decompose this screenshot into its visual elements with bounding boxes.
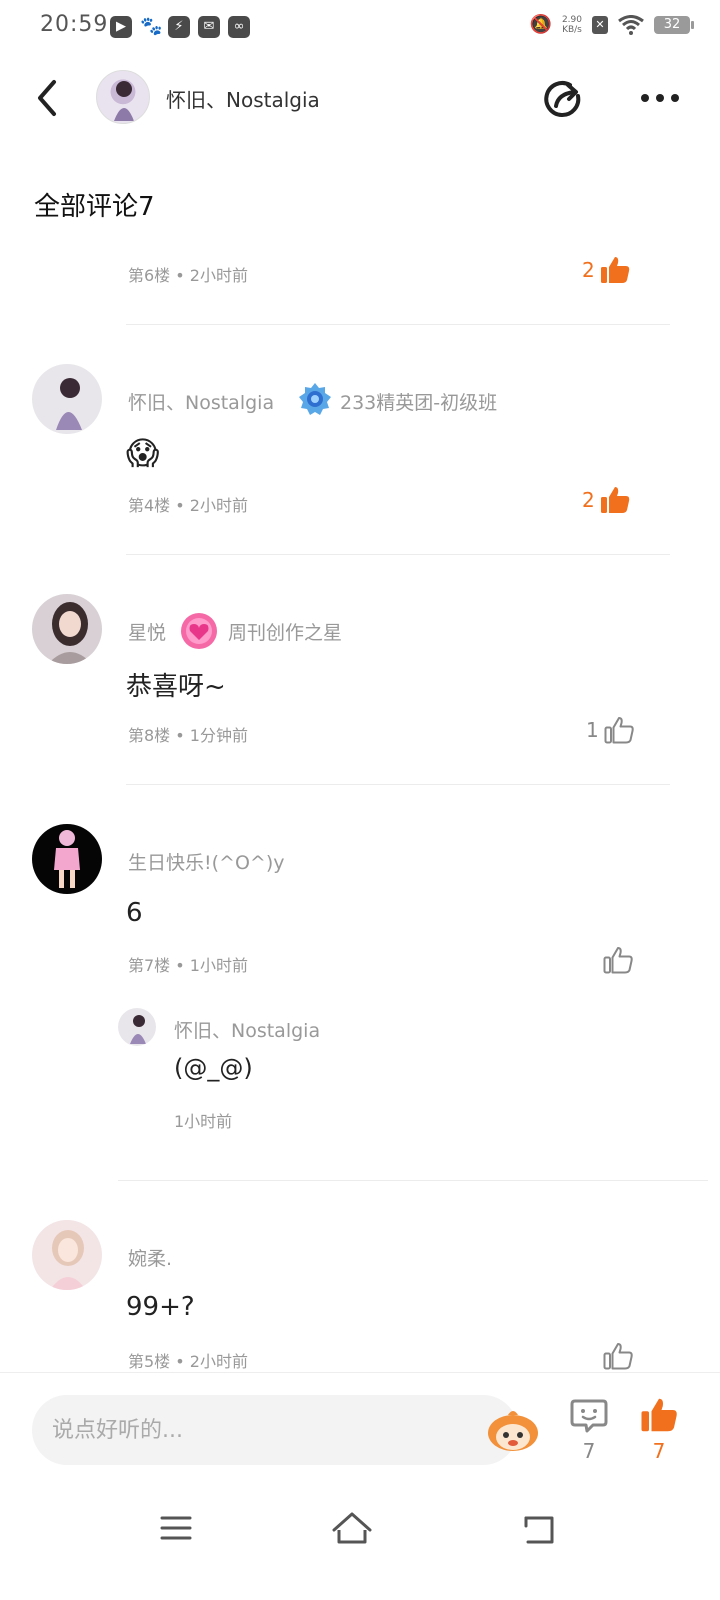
comment-content: 😱 — [126, 434, 160, 472]
comment-bar: 7 7 — [0, 1372, 720, 1482]
comment-username[interactable]: 怀旧、Nostalgia — [128, 388, 274, 415]
comment-input[interactable] — [52, 1411, 452, 1449]
avatar-figure-icon — [50, 1230, 86, 1290]
comment-meta: 第6楼 • 2小时前 — [128, 266, 248, 285]
user-badge: 周刊创作之星 — [228, 622, 343, 644]
header: 怀旧、Nostalgia — [0, 62, 720, 134]
header-title[interactable]: 怀旧、Nostalgia — [166, 84, 320, 113]
mute-icon: 🔕 — [529, 14, 552, 35]
comment-username[interactable]: 婉柔. — [128, 1244, 172, 1271]
mascot-emoji-icon[interactable] — [486, 1407, 540, 1453]
comment-bubble-icon — [570, 1399, 608, 1433]
avatar[interactable] — [32, 594, 102, 664]
play-icon: ▶ — [110, 16, 132, 38]
reply-content: (@_@) — [174, 1054, 253, 1082]
divider — [126, 554, 670, 555]
sim-icon: ✕ — [592, 15, 608, 34]
comment-input-box[interactable] — [32, 1395, 538, 1465]
paw-icon: 🐾 — [140, 16, 163, 37]
comments-button[interactable]: 7 — [564, 1395, 614, 1463]
comment-meta: 第7楼 • 1小时前 — [128, 956, 248, 975]
share-icon[interactable] — [540, 76, 588, 124]
avatar[interactable] — [32, 364, 102, 434]
thumbs-up-outline-icon — [603, 947, 633, 974]
avatar-figure-icon — [114, 81, 134, 121]
like-count: 1 — [586, 718, 599, 742]
divider — [126, 784, 670, 785]
like-button[interactable]: 2 — [582, 254, 631, 286]
reply-meta: 1小时前 — [174, 1112, 233, 1131]
battery-icon: 32 — [654, 15, 694, 34]
like-button[interactable]: 2 — [582, 484, 631, 516]
gem-badge-icon — [299, 383, 331, 415]
thumbs-up-filled-icon — [641, 1398, 677, 1432]
avatar[interactable] — [96, 70, 150, 124]
thumbs-up-filled-icon — [600, 257, 629, 283]
like-count: 2 — [582, 258, 595, 282]
comment-meta: 第8楼 • 1分钟前 — [128, 726, 248, 745]
like-post-button[interactable]: 7 — [634, 1395, 684, 1463]
comment-username[interactable]: 生日快乐!(^O^)y — [128, 848, 284, 875]
back-nav-icon[interactable] — [508, 1504, 568, 1554]
comment-count: 7 — [582, 1439, 596, 1463]
system-nav-bar — [0, 1482, 720, 1600]
user-badge: 233精英团-初级班 — [340, 392, 498, 414]
comment-content: 6 — [126, 898, 143, 928]
avatar-figure-icon — [54, 830, 80, 888]
status-time: 20:59 — [40, 12, 109, 37]
wifi-icon — [618, 14, 644, 35]
dot — [656, 94, 664, 102]
star-badge-icon — [181, 613, 217, 649]
divider — [118, 1180, 708, 1181]
net-speed: 2.90 KB/s — [561, 14, 582, 35]
like-count: 2 — [582, 488, 595, 512]
avatar-figure-icon — [48, 602, 92, 664]
like-count: 7 — [652, 1439, 666, 1463]
section-title: 全部评论7 — [34, 192, 155, 222]
like-button[interactable] — [598, 944, 634, 976]
avatar-figure-icon — [56, 378, 82, 430]
more-button[interactable] — [630, 76, 690, 120]
thumbs-up-filled-icon — [600, 487, 629, 513]
avatar[interactable] — [32, 1220, 102, 1290]
comment-content: 恭喜呀~ — [126, 672, 226, 702]
status-bar: 20:59 ▶ 🐾 ⚡ ✉ ∞ 🔕 2.90 KB/s ✕ 32 — [0, 0, 720, 56]
back-button[interactable] — [28, 76, 68, 120]
divider — [126, 324, 670, 325]
thumbs-up-outline-icon — [603, 1343, 633, 1370]
reply-username[interactable]: 怀旧、Nostalgia — [174, 1016, 320, 1043]
bolt-icon: ⚡ — [168, 16, 190, 38]
mail-icon: ✉ — [198, 16, 220, 38]
dot — [671, 94, 679, 102]
comment-content: 99+? — [126, 1292, 195, 1322]
avatar[interactable] — [32, 824, 102, 894]
dot — [641, 94, 649, 102]
comment-meta: 第4楼 • 2小时前 — [128, 496, 248, 515]
like-button[interactable]: 1 — [586, 714, 635, 746]
link-icon: ∞ — [228, 16, 250, 38]
home-icon[interactable] — [322, 1504, 382, 1554]
comment-username[interactable]: 星悦 — [128, 618, 166, 645]
reply-avatar[interactable] — [118, 1008, 156, 1046]
avatar-figure-icon — [130, 1015, 146, 1044]
thumbs-up-outline-icon — [604, 717, 634, 744]
menu-icon[interactable] — [146, 1504, 206, 1554]
like-button[interactable] — [598, 1340, 634, 1372]
comment-meta: 第5楼 • 2小时前 — [128, 1352, 248, 1371]
